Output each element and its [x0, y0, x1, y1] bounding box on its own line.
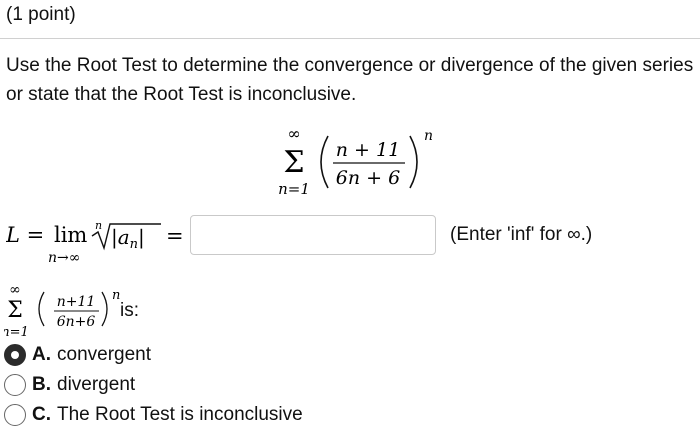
inline-denominator: 6n+6 [57, 314, 96, 330]
inline-sum-lower: n=1 [4, 325, 29, 340]
root-index: n [95, 219, 102, 232]
option-c[interactable]: C. The Root Test is inconclusive [4, 401, 303, 429]
lim-subscript: n→∞ [48, 250, 80, 266]
option-a-text: convergent [57, 344, 152, 365]
sum-symbol: Σ [283, 145, 304, 180]
problem-statement: Use the Root Test to determine the conve… [6, 55, 694, 105]
option-c-letter: C. [32, 404, 51, 425]
option-b[interactable]: B. divergent [4, 371, 135, 399]
option-b-letter: B. [32, 374, 51, 395]
option-b-text: divergent [57, 374, 136, 395]
right-paren [409, 135, 418, 189]
limit-lhs: L = [6, 223, 44, 247]
limit-expression: L = lim n→∞ n |an| = [6, 219, 184, 266]
limit-answer-input[interactable] [190, 215, 436, 255]
sum-upper-limit: ∞ [287, 124, 300, 143]
option-a[interactable]: A. convergent [4, 341, 151, 369]
sum-lower-limit: n=1 [278, 180, 310, 198]
is-label: is: [120, 300, 139, 321]
exponent: n [424, 128, 433, 144]
option-c-text: The Root Test is inconclusive [57, 404, 303, 425]
denominator: 6n + 6 [336, 167, 400, 189]
radio-c[interactable] [4, 404, 26, 426]
inline-numerator: n+11 [57, 294, 96, 310]
inline-sum-upper: ∞ [9, 282, 21, 298]
equals-sign: = [166, 224, 184, 248]
inline-right-paren [101, 291, 108, 327]
series-display: ∞ Σ n=1 n + 11 6n + 6 n [278, 124, 433, 198]
lim-label: lim [54, 223, 87, 247]
radio-b[interactable] [4, 374, 26, 396]
points-label: (1 point) [6, 4, 76, 25]
option-a-letter: A. [32, 344, 51, 365]
left-paren [320, 135, 329, 189]
inline-sum-symbol: Σ [7, 298, 23, 323]
input-hint: (Enter 'inf' for ∞.) [450, 224, 593, 245]
radio-a[interactable] [4, 344, 26, 366]
numerator: n + 11 [336, 139, 400, 161]
divider [0, 38, 700, 39]
series-inline: ∞ Σ n=1 n+11 6n+6 n [4, 282, 120, 340]
inline-left-paren [38, 291, 45, 327]
radicand: |an| [111, 225, 145, 252]
